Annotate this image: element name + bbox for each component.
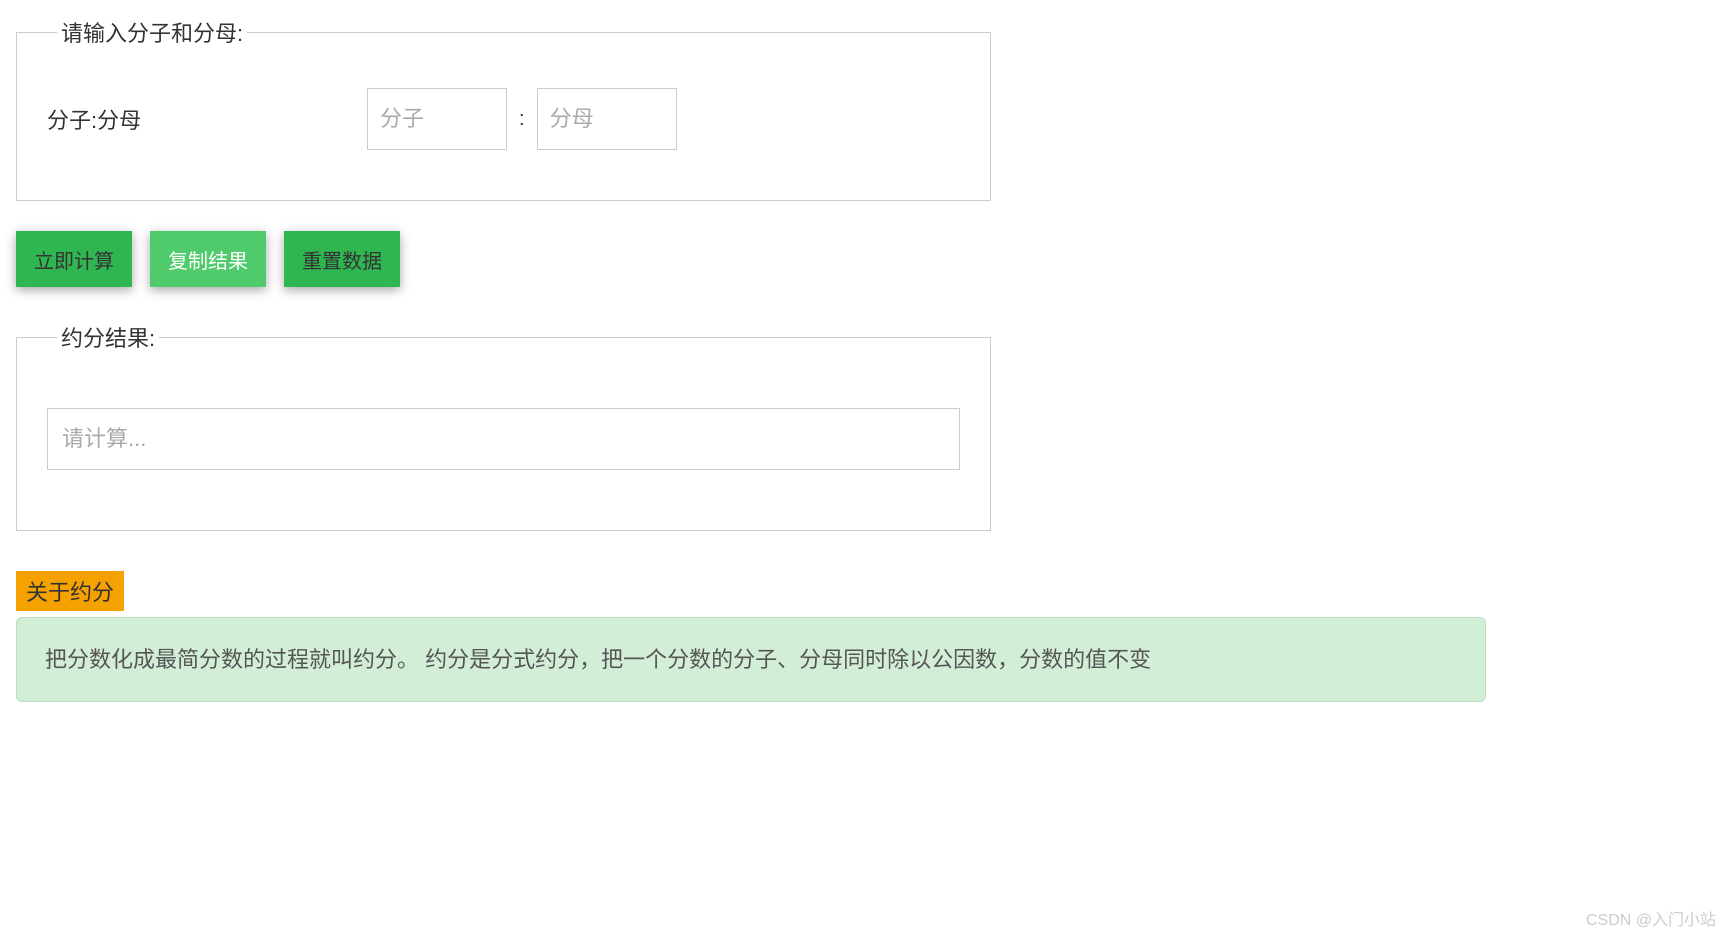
result-legend: 约分结果: <box>57 321 159 353</box>
watermark: CSDN @入门小站 <box>1586 906 1716 930</box>
calculate-button[interactable]: 立即计算 <box>16 231 132 287</box>
fraction-label: 分子:分母 <box>47 103 367 135</box>
input-legend: 请输入分子和分母: <box>57 16 247 48</box>
denominator-input[interactable] <box>537 88 677 150</box>
input-fieldset: 请输入分子和分母: 分子:分母 : <box>16 16 991 201</box>
numerator-input[interactable] <box>367 88 507 150</box>
copy-button[interactable]: 复制结果 <box>150 231 266 287</box>
result-fieldset: 约分结果: <box>16 321 991 531</box>
about-description: 把分数化成最简分数的过程就叫约分。 约分是分式约分，把一个分数的分子、分母同时除… <box>16 617 1486 702</box>
fraction-separator: : <box>519 108 525 131</box>
button-row: 立即计算 复制结果 重置数据 <box>16 231 991 287</box>
about-label: 关于约分 <box>16 571 124 611</box>
reset-button[interactable]: 重置数据 <box>284 231 400 287</box>
fraction-row: 分子:分母 : <box>47 88 960 150</box>
result-input[interactable] <box>47 408 960 470</box>
